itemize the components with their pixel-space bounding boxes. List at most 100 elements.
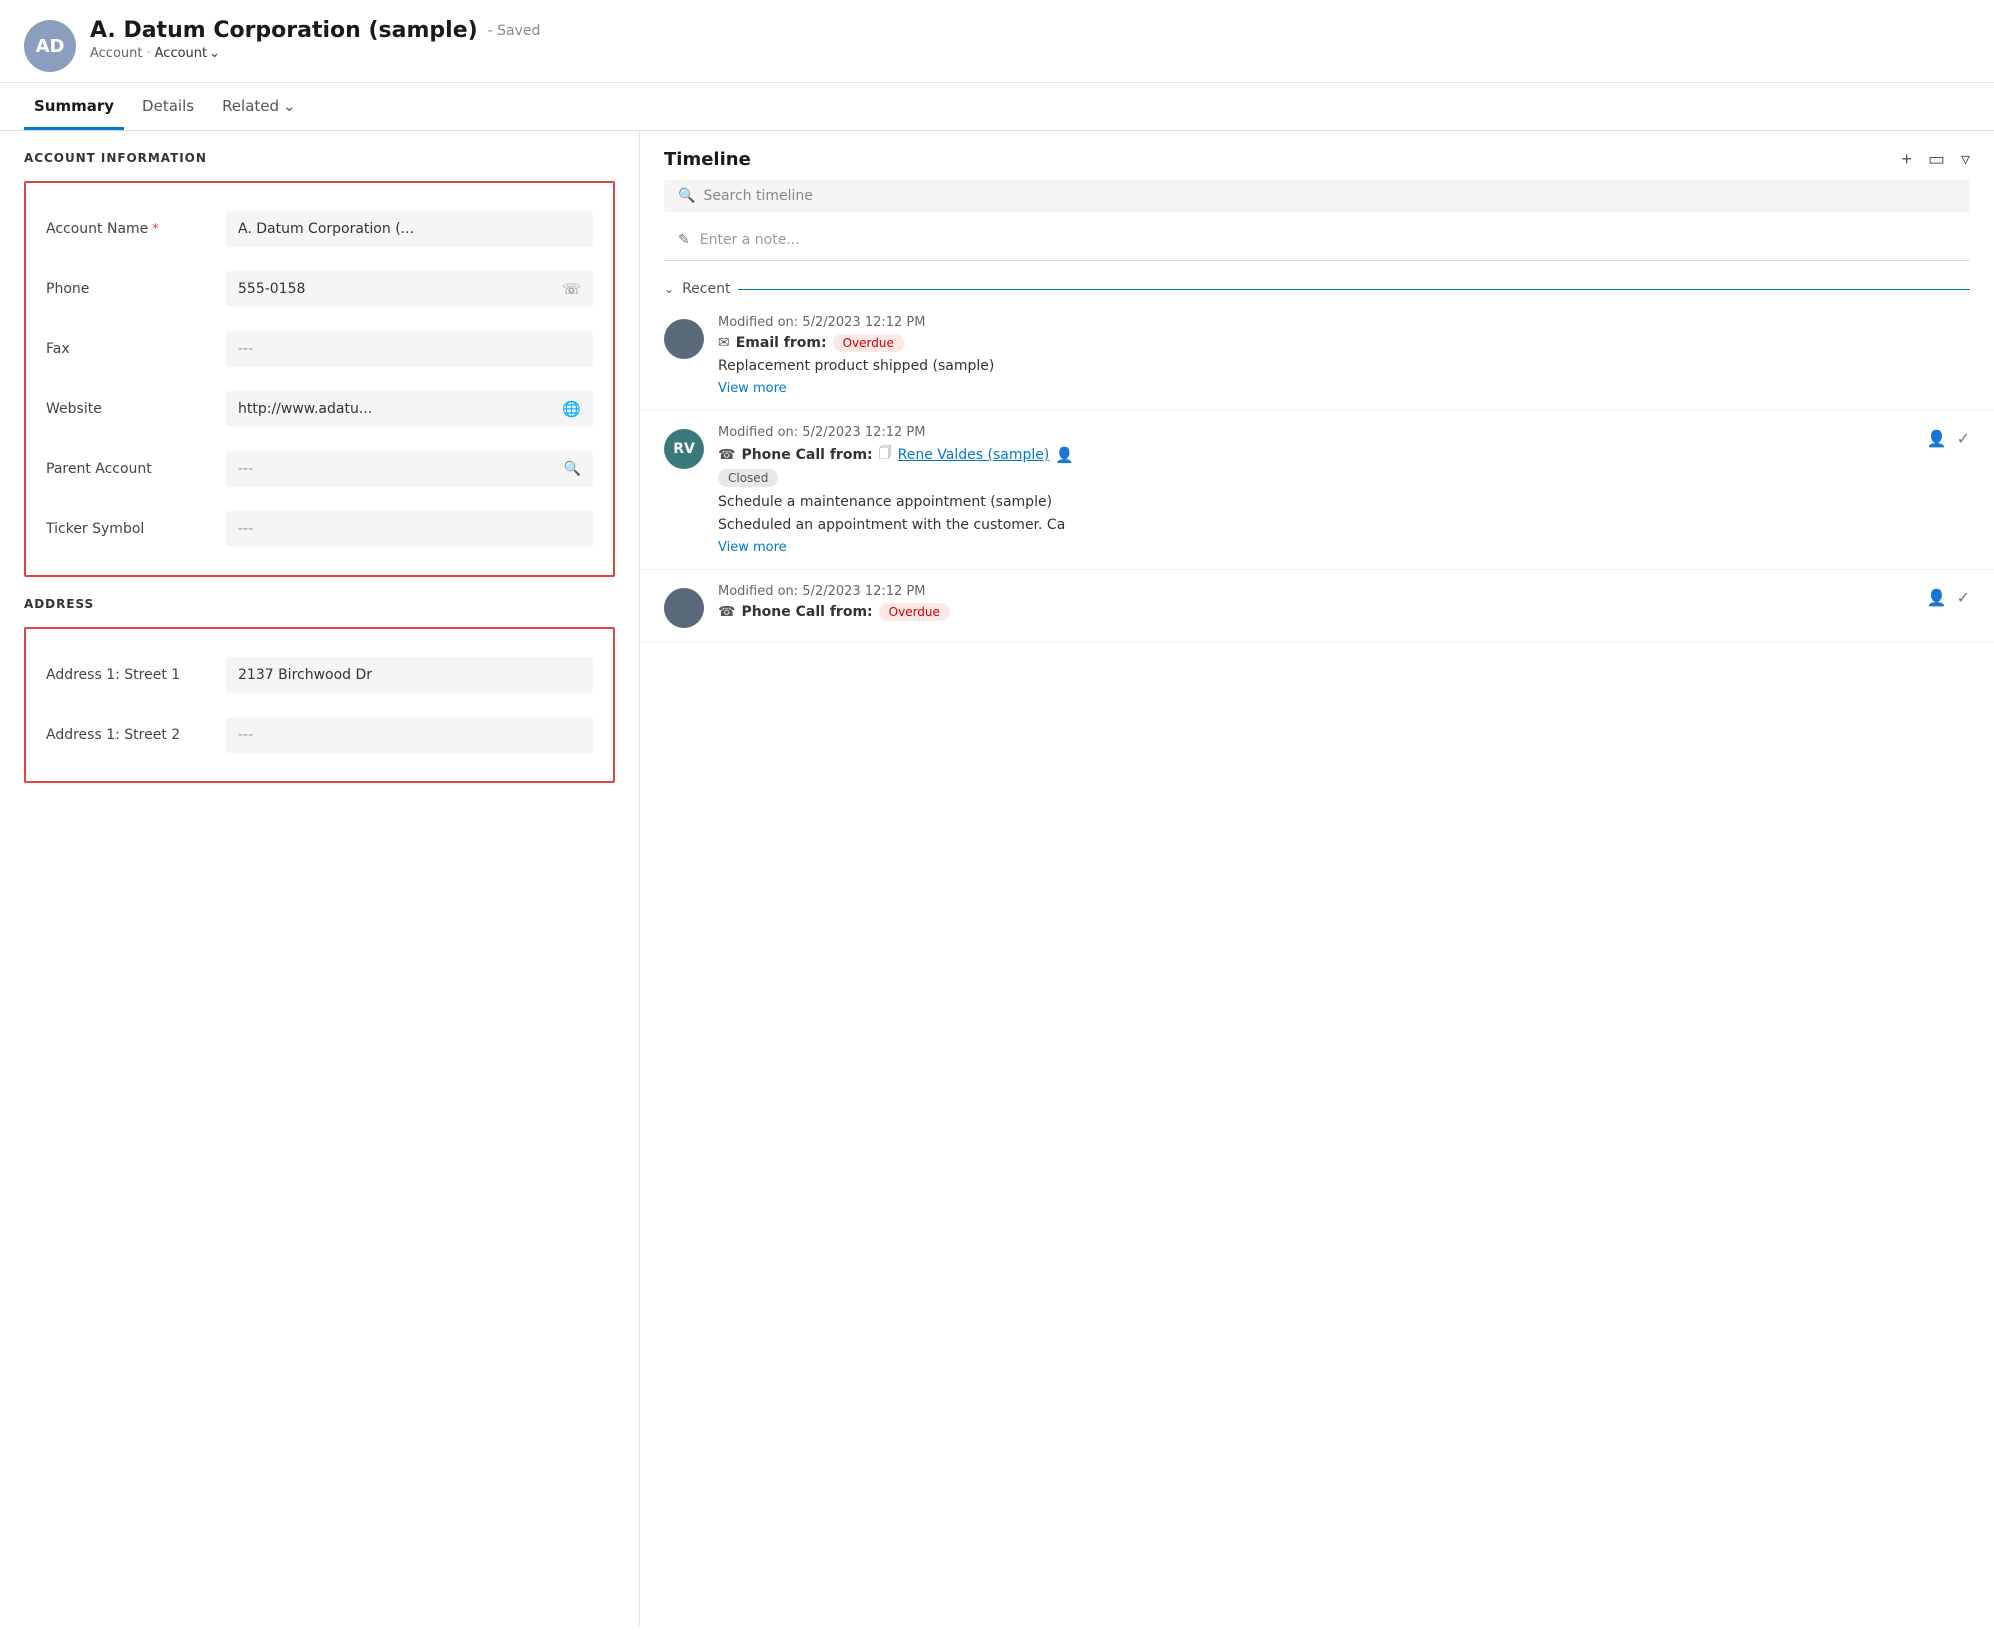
account-name-value[interactable]: A. Datum Corporation (... bbox=[226, 211, 593, 247]
item2-linked-name[interactable]: Rene Valdes (sample) bbox=[898, 447, 1050, 463]
field-input-street2[interactable]: --- bbox=[226, 717, 593, 753]
timeline-search[interactable]: 🔍 Search timeline bbox=[664, 180, 1970, 212]
phone-icon: ☏ bbox=[562, 280, 581, 298]
globe-icon: 🌐 bbox=[562, 400, 581, 418]
field-street2: Address 1: Street 2 --- bbox=[46, 705, 593, 765]
field-input-street1[interactable]: 2137 Birchwood Dr bbox=[226, 657, 593, 693]
field-label-street2: Address 1: Street 2 bbox=[46, 727, 226, 743]
item2-date: Modified on: 5/2/2023 12:12 PM bbox=[718, 425, 1913, 440]
phone-value[interactable]: 555-0158 ☏ bbox=[226, 271, 593, 307]
field-fax: Fax --- bbox=[46, 319, 593, 379]
street2-value[interactable]: --- bbox=[226, 717, 593, 753]
note-placeholder: Enter a note... bbox=[700, 232, 800, 248]
item2-person-icon: 🗍 bbox=[879, 444, 892, 466]
parent-account-value[interactable]: --- 🔍 bbox=[226, 451, 593, 487]
website-value[interactable]: http://www.adatu... 🌐 bbox=[226, 391, 593, 427]
item1-badge: Overdue bbox=[833, 334, 904, 352]
field-input-website[interactable]: http://www.adatu... 🌐 bbox=[226, 391, 593, 427]
recent-chevron-icon[interactable]: ⌄ bbox=[664, 282, 674, 296]
field-label-account-name: Account Name * bbox=[46, 221, 226, 237]
main-content: ACCOUNT INFORMATION Account Name * A. Da… bbox=[0, 131, 1994, 1626]
recent-divider bbox=[738, 289, 1970, 290]
page-title: A. Datum Corporation (sample) bbox=[90, 18, 478, 43]
item2-description-1: Schedule a maintenance appointment (samp… bbox=[718, 492, 1913, 513]
field-input-account-name[interactable]: A. Datum Corporation (... bbox=[226, 211, 593, 247]
field-phone: Phone 555-0158 ☏ bbox=[46, 259, 593, 319]
item2-badge: Closed bbox=[718, 469, 778, 487]
email-icon: ✉ bbox=[718, 335, 730, 351]
item1-view-more[interactable]: View more bbox=[718, 381, 1970, 396]
timeline-add-button[interactable]: + bbox=[1901, 149, 1912, 170]
item3-date: Modified on: 5/2/2023 12:12 PM bbox=[718, 584, 1913, 599]
field-input-parent-account[interactable]: --- 🔍 bbox=[226, 451, 593, 487]
item1-avatar bbox=[664, 319, 704, 359]
breadcrumb-account-dropdown[interactable]: Account ⌄ bbox=[155, 46, 220, 61]
item2-type-label: Phone Call from: bbox=[741, 447, 872, 463]
phone-call2-icon: ☎ bbox=[718, 604, 735, 620]
tab-bar: Summary Details Related ⌄ bbox=[0, 83, 1994, 131]
timeline-filter-button[interactable]: ▿ bbox=[1961, 149, 1970, 170]
item2-assign-button[interactable]: 👤 bbox=[1927, 429, 1947, 449]
timeline-item-2: RV Modified on: 5/2/2023 12:12 PM ☎ Phon… bbox=[640, 411, 1994, 570]
item1-content: Modified on: 5/2/2023 12:12 PM ✉ Email f… bbox=[718, 315, 1970, 396]
field-input-fax[interactable]: --- bbox=[226, 331, 593, 367]
field-label-street1: Address 1: Street 1 bbox=[46, 667, 226, 683]
search-lookup-icon: 🔍 bbox=[564, 461, 581, 477]
note-input[interactable]: ✎ Enter a note... bbox=[664, 224, 1970, 261]
item3-avatar bbox=[664, 588, 704, 628]
item2-check-button[interactable]: ✓ bbox=[1957, 429, 1970, 449]
left-panel: ACCOUNT INFORMATION Account Name * A. Da… bbox=[0, 131, 640, 1626]
field-label-parent-account: Parent Account bbox=[46, 461, 226, 477]
field-input-ticker-symbol[interactable]: --- bbox=[226, 511, 593, 547]
field-input-phone[interactable]: 555-0158 ☏ bbox=[226, 271, 593, 307]
field-label-website: Website bbox=[46, 401, 226, 417]
header-title: A. Datum Corporation (sample) - Saved bbox=[90, 18, 540, 43]
field-label-ticker-symbol: Ticker Symbol bbox=[46, 521, 226, 537]
field-account-name: Account Name * A. Datum Corporation (... bbox=[46, 199, 593, 259]
tab-related[interactable]: Related ⌄ bbox=[212, 83, 306, 130]
address-form: Address 1: Street 1 2137 Birchwood Dr Ad… bbox=[24, 627, 615, 783]
timeline-bookmark-button[interactable]: ▭ bbox=[1928, 149, 1945, 170]
item3-check-button[interactable]: ✓ bbox=[1957, 588, 1970, 608]
item1-type: ✉ Email from: Overdue bbox=[718, 334, 1970, 352]
page-header: AD A. Datum Corporation (sample) - Saved… bbox=[0, 0, 1994, 83]
ticker-symbol-value[interactable]: --- bbox=[226, 511, 593, 547]
breadcrumb-account[interactable]: Account bbox=[90, 46, 143, 61]
item1-description: Replacement product shipped (sample) bbox=[718, 356, 1970, 377]
item2-actions: 👤 ✓ bbox=[1927, 425, 1970, 555]
item3-type-label: Phone Call from: bbox=[741, 604, 872, 620]
address-title: ADDRESS bbox=[24, 597, 615, 611]
timeline-item-1: Modified on: 5/2/2023 12:12 PM ✉ Email f… bbox=[640, 301, 1994, 411]
item3-assign-button[interactable]: 👤 bbox=[1927, 588, 1947, 608]
item2-view-more[interactable]: View more bbox=[718, 540, 1913, 555]
phone-call-icon: ☎ bbox=[718, 447, 735, 463]
item3-type: ☎ Phone Call from: Overdue bbox=[718, 603, 1913, 621]
saved-status: - Saved bbox=[488, 23, 541, 39]
recent-label: Recent bbox=[682, 281, 730, 297]
item1-date: Modified on: 5/2/2023 12:12 PM bbox=[718, 315, 1970, 330]
breadcrumb-chevron-icon: ⌄ bbox=[209, 46, 220, 61]
timeline-panel: Timeline + ▭ ▿ 🔍 Search timeline ✎ Enter… bbox=[640, 131, 1994, 1626]
recent-header: ⌄ Recent bbox=[640, 277, 1994, 301]
search-icon: 🔍 bbox=[678, 188, 695, 204]
item2-user-icon: 👤 bbox=[1055, 446, 1074, 464]
field-street1: Address 1: Street 1 2137 Birchwood Dr bbox=[46, 645, 593, 705]
fax-value[interactable]: --- bbox=[226, 331, 593, 367]
address-section: ADDRESS Address 1: Street 1 2137 Birchwo… bbox=[24, 597, 615, 783]
timeline-item-3: Modified on: 5/2/2023 12:12 PM ☎ Phone C… bbox=[640, 570, 1994, 643]
timeline-header: Timeline + ▭ ▿ bbox=[640, 131, 1994, 180]
item3-actions: 👤 ✓ bbox=[1927, 584, 1970, 628]
item2-type: ☎ Phone Call from: 🗍 Rene Valdes (sample… bbox=[718, 444, 1913, 466]
account-info-form: Account Name * A. Datum Corporation (...… bbox=[24, 181, 615, 577]
tab-summary[interactable]: Summary bbox=[24, 83, 124, 130]
tab-details[interactable]: Details bbox=[132, 83, 204, 130]
field-parent-account: Parent Account --- 🔍 bbox=[46, 439, 593, 499]
search-placeholder: Search timeline bbox=[703, 188, 812, 204]
breadcrumb-sep: · bbox=[147, 46, 151, 61]
item1-type-label: Email from: bbox=[736, 335, 827, 351]
field-website: Website http://www.adatu... 🌐 bbox=[46, 379, 593, 439]
timeline-actions: + ▭ ▿ bbox=[1901, 149, 1970, 170]
avatar: AD bbox=[24, 20, 76, 72]
street1-value[interactable]: 2137 Birchwood Dr bbox=[226, 657, 593, 693]
field-ticker-symbol: Ticker Symbol --- bbox=[46, 499, 593, 559]
